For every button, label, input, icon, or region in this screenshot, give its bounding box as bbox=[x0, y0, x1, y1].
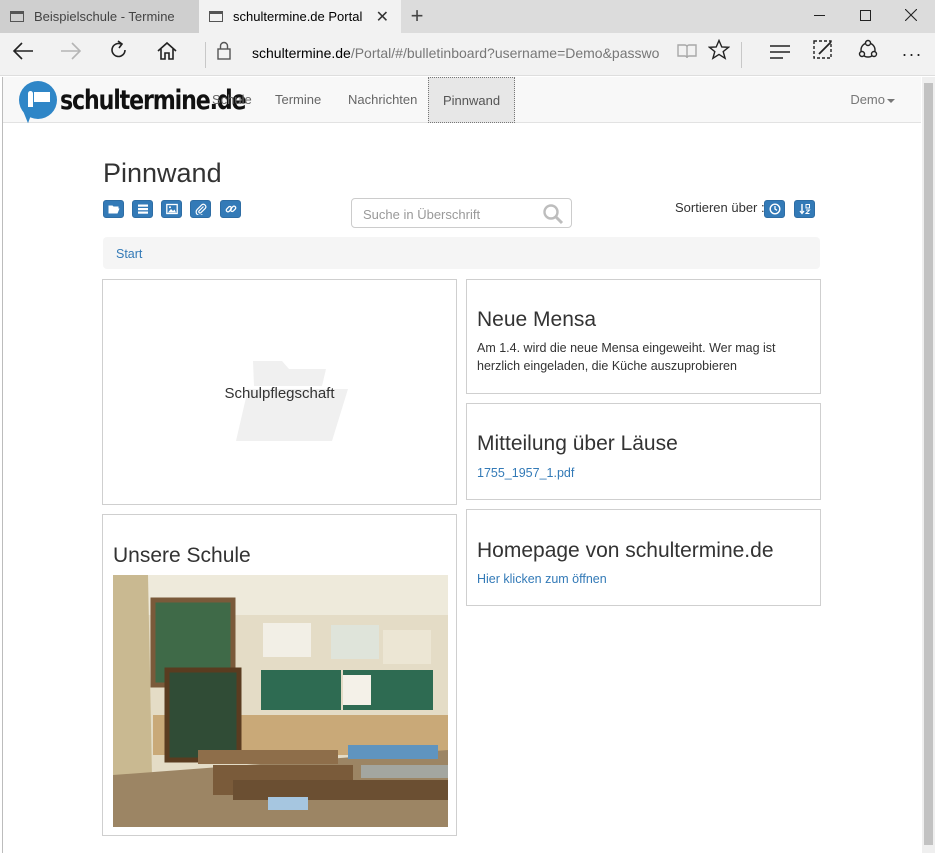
scrollbar[interactable] bbox=[922, 77, 935, 853]
link-card[interactable]: Homepage von schultermine.de Hier klicke… bbox=[466, 509, 821, 606]
new-folder-button[interactable] bbox=[103, 200, 124, 218]
browser-tab[interactable]: Beispielschule - Termine bbox=[0, 0, 199, 33]
page-title: Pinnwand bbox=[103, 158, 222, 188]
share-icon[interactable] bbox=[852, 39, 884, 69]
page-icon bbox=[209, 11, 223, 22]
message-card[interactable]: Neue Mensa Am 1.4. wird die neue Mensa e… bbox=[466, 279, 821, 394]
attachment-card-title: Mitteilung über Läuse bbox=[477, 432, 678, 455]
sort-alpha-icon bbox=[798, 204, 811, 215]
classroom-photo[interactable] bbox=[113, 575, 448, 827]
nav-item-schule[interactable]: Schule bbox=[198, 77, 266, 123]
back-arrow-icon[interactable] bbox=[7, 39, 39, 69]
more-icon[interactable]: ··· bbox=[896, 39, 928, 69]
paperclip-icon bbox=[195, 203, 206, 215]
browser-tab-title: Beispielschule - Termine bbox=[34, 9, 175, 24]
attachment-card[interactable]: Mitteilung über Läuse 1755_1957_1.pdf bbox=[466, 403, 821, 500]
image-card-title: Unsere Schule bbox=[113, 544, 251, 567]
new-link-button[interactable] bbox=[220, 200, 241, 218]
message-card-text-line: herzlich eingeladen, die Küche auszuprob… bbox=[477, 358, 737, 373]
search-box bbox=[351, 198, 572, 228]
logo-bubble-icon bbox=[19, 81, 57, 119]
toolbar-separator bbox=[741, 42, 742, 68]
nav-item-pinnwand[interactable]: Pinnwand bbox=[428, 77, 516, 123]
scrollbar-thumb[interactable] bbox=[924, 83, 933, 845]
folder-card[interactable]: Schulpflegschaft bbox=[102, 279, 457, 505]
homepage-link[interactable]: Hier klicken zum öffnen bbox=[477, 572, 607, 586]
url-field[interactable]: schultermine.de/Portal/#/bulletinboard?u… bbox=[252, 45, 660, 65]
page-icon bbox=[10, 11, 24, 22]
web-note-icon[interactable] bbox=[807, 39, 839, 69]
image-card[interactable]: Unsere Schule bbox=[102, 514, 457, 836]
nav-item-termine[interactable]: Termine bbox=[261, 77, 335, 123]
new-image-button[interactable] bbox=[161, 200, 182, 218]
nav-item-nachrichten[interactable]: Nachrichten bbox=[334, 77, 431, 123]
minimize-icon[interactable] bbox=[796, 0, 842, 33]
breadcrumb: Start bbox=[103, 237, 820, 269]
reading-view-icon[interactable] bbox=[671, 39, 703, 69]
hub-icon[interactable] bbox=[764, 39, 796, 69]
site-navbar: schultermine.de Schule Termine Nachricht… bbox=[3, 77, 921, 123]
breadcrumb-start-link[interactable]: Start bbox=[116, 247, 142, 261]
sort-label: Sortieren über : bbox=[675, 200, 765, 215]
message-card-text-line: Am 1.4. wird die neue Mensa eingeweiht. … bbox=[477, 341, 776, 355]
caret-down-icon bbox=[887, 98, 895, 103]
url-path: /Portal/#/bulletinboard?username=Demo&pa… bbox=[350, 45, 660, 61]
user-menu[interactable]: Demo bbox=[850, 77, 895, 123]
list-icon bbox=[137, 204, 148, 214]
forward-arrow-icon[interactable] bbox=[55, 39, 87, 69]
new-tab-icon[interactable]: + bbox=[405, 3, 429, 29]
folder-open-icon bbox=[108, 205, 119, 214]
message-card-text: Am 1.4. wird die neue Mensa eingeweiht. … bbox=[477, 340, 776, 375]
url-host: schultermine.de bbox=[252, 45, 351, 61]
clock-icon bbox=[768, 203, 781, 215]
refresh-icon[interactable] bbox=[103, 39, 135, 69]
user-menu-label: Demo bbox=[850, 92, 885, 107]
search-input[interactable] bbox=[363, 205, 533, 223]
home-icon[interactable] bbox=[151, 39, 183, 69]
browser-tab-title: schultermine.de Portal bbox=[233, 9, 363, 24]
close-window-icon[interactable] bbox=[888, 0, 934, 33]
browser-tab-bar: Beispielschule - Termine schultermine.de… bbox=[0, 0, 935, 33]
address-bar: schultermine.de/Portal/#/bulletinboard?u… bbox=[0, 33, 935, 76]
toolbar-separator bbox=[205, 42, 206, 68]
image-icon bbox=[165, 203, 178, 215]
favorite-star-icon[interactable] bbox=[703, 38, 735, 69]
attachment-link[interactable]: 1755_1957_1.pdf bbox=[477, 466, 574, 480]
new-list-button[interactable] bbox=[132, 200, 153, 218]
link-icon bbox=[225, 205, 236, 213]
new-attachment-button[interactable] bbox=[190, 200, 211, 218]
lock-icon[interactable] bbox=[208, 39, 240, 69]
sort-alphabetical-button[interactable] bbox=[794, 200, 815, 218]
browser-tab-active[interactable]: schultermine.de Portal ✕ bbox=[199, 0, 401, 33]
sort-by-date-button[interactable] bbox=[764, 200, 785, 218]
link-card-title: Homepage von schultermine.de bbox=[477, 539, 774, 562]
message-card-title: Neue Mensa bbox=[477, 308, 597, 331]
folder-name: Schulpflegschaft bbox=[224, 385, 335, 402]
search-icon[interactable] bbox=[542, 203, 564, 225]
maximize-icon[interactable] bbox=[842, 0, 888, 33]
close-tab-icon[interactable]: ✕ bbox=[376, 7, 389, 27]
